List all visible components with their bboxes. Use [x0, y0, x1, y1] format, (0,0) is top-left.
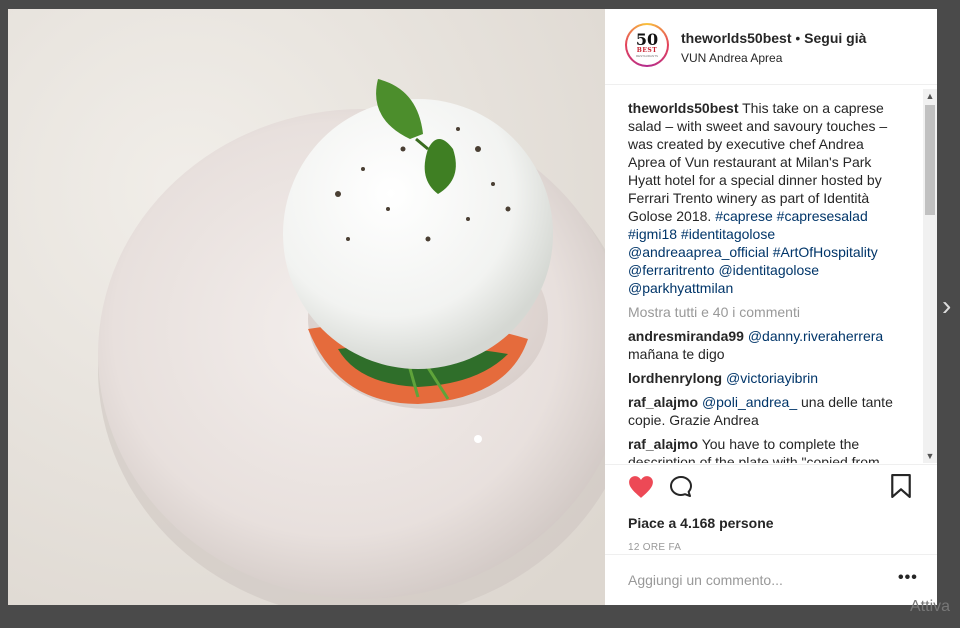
comment-mention[interactable]: @victoriayibrin [726, 370, 818, 386]
view-all-comments-link[interactable]: Mostra tutti e 40 i commenti [628, 304, 800, 320]
scrollbar-thumb[interactable] [925, 105, 935, 215]
comment-username[interactable]: raf_alajmo [628, 436, 698, 452]
comment-username[interactable]: lordhenrylong [628, 370, 722, 386]
caption-text: This take on a caprese salad – with swee… [628, 100, 888, 224]
bookmark-icon[interactable] [891, 474, 911, 498]
add-comment-bar: ••• [605, 554, 937, 606]
comment-username[interactable]: raf_alajmo [628, 394, 698, 410]
comment-item: raf_alajmo @poli_andrea_ una delle tante… [628, 393, 898, 429]
avatar-logo-sub: RESTAURANTS [635, 54, 659, 58]
post-side-panel: 50 BEST RESTAURANTS theworlds50best • Se… [605, 9, 937, 605]
chevron-right-icon[interactable]: › [942, 290, 951, 322]
post-timestamp: 12 ORE FA [628, 542, 682, 553]
avatar-logo-best: BEST [636, 47, 658, 54]
heart-icon[interactable] [628, 475, 654, 499]
scroll-up-arrow-icon[interactable]: ▲ [923, 89, 937, 103]
caprese-dish-image [8, 9, 605, 605]
more-options-icon[interactable]: ••• [898, 569, 918, 587]
post-actions: Piace a 4.168 persone 12 ORE FA [605, 464, 937, 565]
comments-scrollbar[interactable]: ▲ ▼ [923, 89, 937, 463]
likes-count[interactable]: Piace a 4.168 persone [628, 515, 774, 531]
add-comment-input[interactable] [628, 569, 878, 591]
comment-item: raf_alajmo You have to complete the desc… [628, 435, 898, 463]
comments-list[interactable]: theworlds50best This take on a caprese s… [605, 89, 923, 463]
avatar[interactable]: 50 BEST RESTAURANTS [625, 23, 669, 67]
location-link[interactable]: VUN Andrea Aprea [681, 51, 782, 65]
instagram-post-modal: 50 BEST RESTAURANTS theworlds50best • Se… [0, 0, 960, 628]
comment-item: lordhenrylong @victoriayibrin [628, 369, 898, 387]
follow-button[interactable]: Segui già [804, 30, 866, 46]
caption-username[interactable]: theworlds50best [628, 100, 738, 116]
comment-mention[interactable]: @danny.riveraherrera [748, 328, 883, 344]
scroll-down-arrow-icon[interactable]: ▼ [923, 449, 937, 463]
comment-username[interactable]: andresmiranda99 [628, 328, 744, 344]
post-photo[interactable] [8, 9, 605, 605]
comment-text: mañana te digo [628, 346, 725, 362]
avatar-logo-number: 50 [635, 30, 659, 49]
header-title-line: theworlds50best • Segui già [681, 30, 866, 46]
post-caption: theworlds50best This take on a caprese s… [628, 99, 898, 297]
comment-mention[interactable]: @poli_andrea_ [702, 394, 797, 410]
windows-activation-watermark: Attiva [910, 598, 951, 615]
avatar-logo: 50 BEST RESTAURANTS [627, 25, 667, 65]
header-separator: • [791, 30, 805, 46]
header-username[interactable]: theworlds50best [681, 30, 791, 46]
comment-icon[interactable] [668, 475, 694, 499]
comment-item: andresmiranda99 @danny.riveraherrera mañ… [628, 327, 898, 363]
post-header: 50 BEST RESTAURANTS theworlds50best • Se… [605, 9, 937, 85]
